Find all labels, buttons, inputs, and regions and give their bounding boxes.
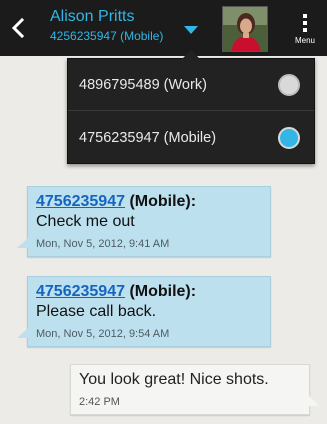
contact-avatar[interactable] xyxy=(222,6,268,52)
message-bubble-incoming[interactable]: 4756235947 (Mobile): Check me out Mon, N… xyxy=(17,186,271,257)
avatar-photo xyxy=(223,7,267,51)
message-timestamp: Mon, Nov 5, 2012, 9:41 AM xyxy=(36,238,170,250)
option-label: 4896795489 (Work) xyxy=(79,76,207,93)
conversation-header: Alison Pritts 4256235947 (Mobile) Menu xyxy=(0,0,327,56)
contact-name: Alison Pritts xyxy=(50,8,135,25)
message-text: You look great! Nice shots. xyxy=(79,371,269,388)
sender-number-link[interactable]: 4756235947 xyxy=(36,193,125,210)
dropdown-option-work[interactable]: 4896795489 (Work) xyxy=(68,59,314,111)
dropdown-arrow-icon[interactable] xyxy=(184,26,198,34)
dropdown-option-mobile[interactable]: 4756235947 (Mobile) xyxy=(68,112,314,164)
sender-type: (Mobile): xyxy=(129,193,197,210)
message-text: Please call back. xyxy=(36,303,157,320)
message-bubble-outgoing[interactable]: You look great! Nice shots. 2:42 PM xyxy=(70,364,319,415)
sender-type: (Mobile): xyxy=(129,283,197,300)
sender-line: 4756235947 (Mobile): xyxy=(36,192,262,212)
sender-number-link[interactable]: 4756235947 xyxy=(36,283,125,300)
radio-selected-icon[interactable] xyxy=(278,127,300,149)
number-dropdown: 4896795489 (Work) 4756235947 (Mobile) xyxy=(67,50,315,164)
message-timestamp: Mon, Nov 5, 2012, 9:54 AM xyxy=(36,328,170,340)
sender-line: 4756235947 (Mobile): xyxy=(36,282,262,302)
menu-label: Menu xyxy=(294,36,315,45)
back-arrow-icon xyxy=(11,17,25,39)
back-button[interactable] xyxy=(0,0,36,56)
menu-dots-icon xyxy=(303,12,307,33)
radio-unselected-icon[interactable] xyxy=(278,74,300,96)
option-label: 4756235947 (Mobile) xyxy=(79,130,217,146)
menu-button[interactable]: Menu xyxy=(283,8,327,52)
message-timestamp: 2:42 PM xyxy=(79,396,120,408)
message-text: Check me out xyxy=(36,213,135,230)
message-bubble-incoming[interactable]: 4756235947 (Mobile): Please call back. M… xyxy=(17,276,271,347)
